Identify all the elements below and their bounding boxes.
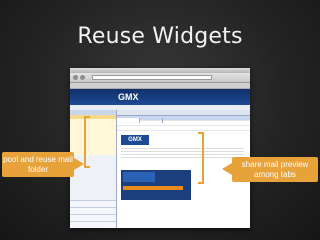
callout-left-arrow xyxy=(74,158,84,170)
sidebar-section[interactable] xyxy=(70,214,116,221)
folder-highlight-bracket-top xyxy=(84,116,90,118)
preview-logo: GMX xyxy=(121,135,149,145)
folder-highlight-bracket xyxy=(84,116,86,168)
sidebar-section[interactable] xyxy=(70,221,116,228)
address-bar[interactable] xyxy=(92,75,212,80)
sidebar-section[interactable] xyxy=(70,200,116,207)
sidebar-sections xyxy=(70,200,116,228)
callout-left: pool and reuse mail folder xyxy=(2,152,74,177)
folder-highlight-bracket-bottom xyxy=(84,166,90,168)
preview-text xyxy=(121,148,244,149)
tab-inbox[interactable] xyxy=(117,118,140,123)
preview-highlight-bracket-bottom xyxy=(198,182,204,184)
sidebar-section[interactable] xyxy=(70,207,116,214)
slide-title: Reuse Widgets xyxy=(77,24,243,49)
tab-other[interactable] xyxy=(140,118,163,123)
folder-tree xyxy=(70,115,116,155)
preview-banner-strip xyxy=(123,186,183,190)
browser-screenshot: GMX GMX xyxy=(70,68,250,228)
mail-preview: GMX xyxy=(117,132,250,228)
app-header: GMX xyxy=(70,89,250,105)
preview-highlight-bracket-top xyxy=(198,132,204,134)
preview-highlight-bracket xyxy=(202,132,204,184)
folder-item[interactable] xyxy=(70,151,116,155)
browser-toolbar xyxy=(70,73,250,83)
callout-right: share mail preview among tabs xyxy=(232,157,318,182)
app-logo: GMX xyxy=(118,92,139,102)
forward-button[interactable] xyxy=(80,75,85,80)
callout-right-arrow xyxy=(222,163,232,175)
preview-banner-image xyxy=(123,172,155,182)
back-button[interactable] xyxy=(73,75,78,80)
